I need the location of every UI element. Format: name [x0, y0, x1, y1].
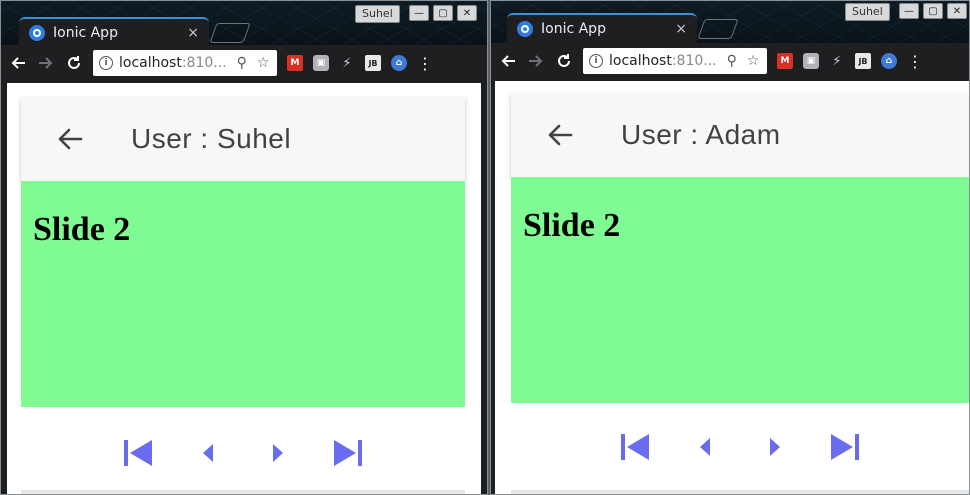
tab-close-icon[interactable]: × [187, 25, 199, 41]
browser-menu-icon[interactable]: ⋮ [907, 52, 923, 71]
maximize-button[interactable]: ▢ [923, 3, 943, 19]
address-host: localhost [609, 53, 672, 69]
app-header: User : Suhel [21, 97, 465, 181]
bank-icon[interactable]: ⌂ [881, 53, 897, 69]
reload-icon[interactable] [553, 50, 575, 72]
gmail-icon[interactable]: M [287, 55, 303, 71]
skip-first-icon[interactable] [615, 427, 655, 467]
back-arrow-icon[interactable] [55, 124, 85, 154]
bank-icon[interactable]: ⌂ [391, 55, 407, 71]
bottom-rule [511, 490, 969, 494]
page-title: User : Suhel [131, 123, 292, 154]
camera-icon[interactable]: ▣ [313, 55, 329, 71]
slide-heading: Slide 2 [33, 211, 131, 248]
bolt-icon[interactable]: ⚡ [339, 55, 355, 71]
minimize-button[interactable]: — [899, 3, 919, 19]
next-icon[interactable] [755, 427, 795, 467]
ionic-favicon-icon [517, 21, 533, 37]
title-bar: Ionic App × Suhel — ▢ ✕ [491, 1, 969, 45]
app-header: User : Adam [511, 93, 969, 177]
forward-nav-icon[interactable] [35, 52, 57, 74]
ionic-favicon-icon [29, 25, 45, 41]
back-arrow-icon[interactable] [545, 120, 575, 150]
next-icon[interactable] [258, 433, 298, 473]
address-host: localhost [119, 55, 182, 71]
slide-controls [21, 433, 465, 473]
slide-heading: Slide 2 [523, 207, 621, 244]
minimize-button[interactable]: — [409, 5, 429, 21]
title-bar: Ionic App × Suhel — ▢ ✕ [1, 1, 487, 45]
slide[interactable]: Slide 2 [511, 177, 969, 403]
tab-close-icon[interactable]: × [675, 21, 687, 37]
reload-icon[interactable] [63, 52, 85, 74]
gmail-icon[interactable]: M [777, 53, 793, 69]
browser-window-left: Ionic App × Suhel — ▢ ✕ i localhost:810.… [0, 0, 488, 495]
bottom-rule [21, 490, 465, 494]
browser-toolbar: i localhost:810... ⚲ ☆ M ▣ ⚡ JB ⌂ ⋮ [1, 45, 487, 81]
tab-ionic-app[interactable]: Ionic App × [19, 17, 209, 45]
skip-last-icon[interactable] [328, 433, 368, 473]
close-window-button[interactable]: ✕ [457, 5, 477, 21]
os-user-badge[interactable]: Suhel [355, 5, 400, 23]
address-rest: :810... [671, 53, 717, 69]
address-bar[interactable]: i localhost:810... ⚲ ☆ [93, 50, 277, 76]
bookmark-star-icon[interactable]: ☆ [747, 53, 760, 69]
zoom-icon[interactable]: ⚲ [237, 55, 247, 71]
new-tab-button[interactable] [697, 19, 739, 39]
close-window-button[interactable]: ✕ [947, 3, 967, 19]
back-nav-icon[interactable] [497, 50, 519, 72]
address-bar[interactable]: i localhost:810... ⚲ ☆ [583, 48, 767, 74]
skip-first-icon[interactable] [118, 433, 158, 473]
bolt-icon[interactable]: ⚡ [829, 53, 845, 69]
os-user-badge[interactable]: Suhel [845, 3, 890, 21]
new-tab-button[interactable] [209, 23, 251, 43]
previous-icon[interactable] [685, 427, 725, 467]
site-info-icon[interactable]: i [589, 54, 603, 68]
zoom-icon[interactable]: ⚲ [727, 53, 737, 69]
tab-title: Ionic App [541, 21, 606, 37]
slide[interactable]: Slide 2 [21, 181, 465, 407]
page-viewport: User : Suhel Slide 2 [7, 83, 481, 494]
maximize-button[interactable]: ▢ [433, 5, 453, 21]
back-nav-icon[interactable] [7, 52, 29, 74]
site-info-icon[interactable]: i [99, 56, 113, 70]
tab-title: Ionic App [53, 25, 118, 41]
page-viewport: User : Adam Slide 2 [495, 81, 969, 494]
browser-menu-icon[interactable]: ⋮ [417, 54, 433, 73]
forward-nav-icon[interactable] [525, 50, 547, 72]
camera-icon[interactable]: ▣ [803, 53, 819, 69]
jb-icon[interactable]: JB [365, 55, 381, 71]
page-title: User : Adam [621, 119, 781, 150]
previous-icon[interactable] [188, 433, 228, 473]
skip-last-icon[interactable] [825, 427, 865, 467]
browser-toolbar: i localhost:810... ⚲ ☆ M ▣ ⚡ JB ⌂ ⋮ [491, 43, 969, 79]
browser-window-right: Ionic App × Suhel — ▢ ✕ i localhost:810.… [490, 0, 970, 495]
jb-icon[interactable]: JB [855, 53, 871, 69]
slide-controls [511, 427, 969, 467]
tab-ionic-app[interactable]: Ionic App × [507, 13, 697, 43]
address-rest: :810... [181, 55, 227, 71]
bookmark-star-icon[interactable]: ☆ [257, 55, 270, 71]
